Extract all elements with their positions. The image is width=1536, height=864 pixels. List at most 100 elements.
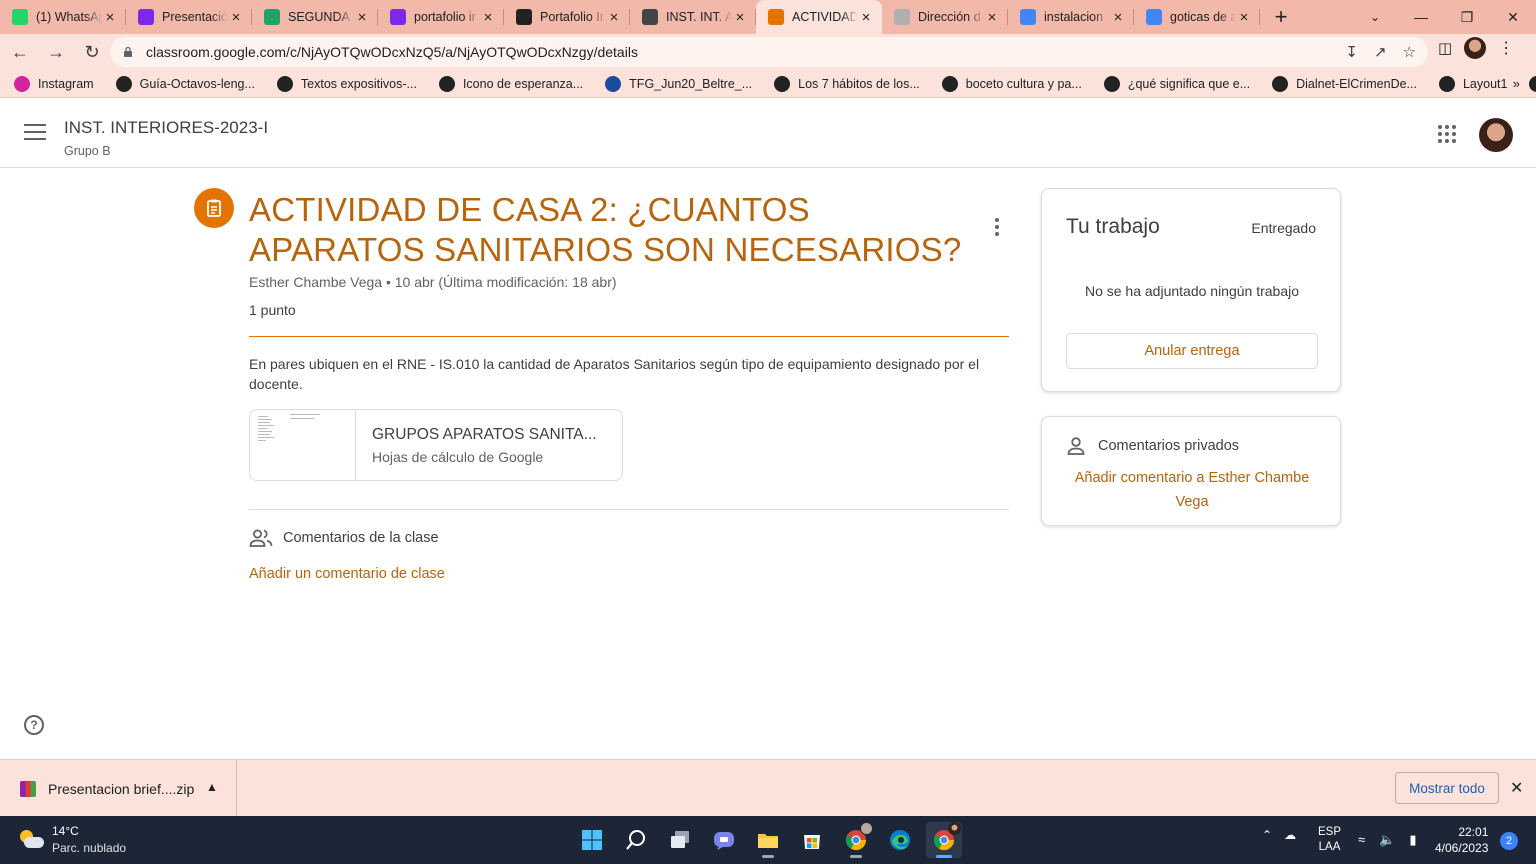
microsoft-store-icon[interactable] [794,822,830,858]
bookmark-item[interactable]: ¿qué significa que e... [1103,75,1250,92]
instagram-icon [14,75,30,92]
chrome-icon[interactable] [838,822,874,858]
add-class-comment-link[interactable]: Añadir un comentario de clase [249,566,445,582]
new-tab-button[interactable]: + [1264,0,1298,34]
close-tab-icon[interactable]: × [984,9,1000,26]
close-tab-icon[interactable]: × [732,9,748,26]
bookmark-item[interactable]: Los 7 hábitos de los... [774,75,920,92]
close-tab-icon[interactable]: × [228,9,244,26]
weather-widget[interactable]: 14°C Parc. nublado [18,824,126,855]
minimize-button[interactable]: — [1398,0,1444,34]
browser-tab[interactable]: goticas de a × [1134,0,1260,34]
course-title-block[interactable]: INST. INTERIORES-2023-I Grupo B [64,118,268,158]
edge-icon[interactable] [882,822,918,858]
browser-tab[interactable]: Presentación × [126,0,252,34]
teams-chat-icon[interactable] [706,822,742,858]
browser-tab[interactable]: ACTIVIDAD × [756,0,882,34]
browser-tab[interactable]: portafolio ir × [378,0,504,34]
account-avatar[interactable] [1479,118,1513,152]
bookmark-item[interactable]: Textos expositivos-... [276,75,417,92]
tab-title: Portafolio Ir [540,10,604,24]
bookmark-label: Instagram [38,76,94,91]
bookmark-star-icon[interactable]: ☆ [1403,43,1416,61]
tab-search-icon[interactable]: ⌄ [1360,0,1390,34]
close-tab-icon[interactable]: × [354,9,370,26]
main-menu-icon[interactable] [24,124,46,142]
quick-settings[interactable]: ≈ 🔈 ▮ [1358,832,1416,848]
browser-tab[interactable]: SEGUNDA T × [252,0,378,34]
bookmark-item[interactable]: Layout1 [1529,75,1536,92]
help-icon[interactable]: ? [24,715,44,735]
browser-tab[interactable]: Portafolio Ir × [504,0,630,34]
bookmark-list: Instagram Guía-Octavos-leng... Textos expo… [14,75,1536,92]
bookmark-item[interactable]: Dialnet-ElCrimenDe... [1272,75,1417,92]
chrome-profile-icon[interactable] [926,822,962,858]
bookmark-item[interactable]: Guía-Octavos-leng... [115,75,255,92]
close-tab-icon[interactable]: × [858,9,874,26]
assignment-title: ACTIVIDAD DE CASA 2: ¿CUANTOS APARATOS S… [249,191,962,268]
address-bar[interactable]: classroom.google.com/c/NjAyOTQwODcxNzQ5/… [110,37,1428,67]
download-item[interactable]: Presentacion brief....zip ▲ [0,760,237,817]
more-options-icon[interactable] [987,218,1007,242]
a-icon [1103,75,1120,92]
side-panel-icon[interactable]: ◫ [1438,39,1452,57]
chevron-up-icon[interactable]: ▲ [206,780,218,794]
zip-file-icon [20,780,36,797]
bookmark-item[interactable]: Icono de esperanza... [438,75,583,92]
language-indicator[interactable]: ESP LAA [1318,825,1341,855]
notification-badge[interactable]: 2 [1500,832,1518,850]
bookmark-label: Textos expositivos-... [300,76,417,91]
bookmark-item[interactable]: Instagram [14,75,94,92]
close-tab-icon[interactable]: × [1236,9,1252,26]
reload-button[interactable]: ↻ [76,36,108,68]
assignment-description: En pares ubiquen en el RNE - IS.010 la c… [249,356,980,392]
chevron-up-tray-icon[interactable]: ⌃ [1262,828,1272,842]
clock[interactable]: 22:01 4/06/2023 [1435,824,1488,856]
file-explorer-icon[interactable] [750,822,786,858]
window-controls: — ❐ ✕ [1398,0,1536,34]
close-tab-icon[interactable]: × [480,9,496,26]
browser-tab[interactable]: INST. INT. A × [630,0,756,34]
install-app-icon[interactable]: ↧ [1345,43,1358,61]
download-filename: Presentacion brief....zip [48,780,195,797]
browser-tab[interactable]: (1) WhatsApp× [0,0,126,34]
tab-strip: (1) WhatsApp×Presentación×SEGUNDA T×port… [0,0,1536,34]
close-download-bar-icon[interactable]: ✕ [1510,778,1523,798]
course-group: Grupo B [64,144,111,158]
add-private-comment-link[interactable]: Añadir comentario a Esther Chambe Vega [1066,466,1318,514]
private-comments-label: Comentarios privados [1098,438,1240,454]
bookmark-label: Dialnet-ElCrimenDe... [1296,76,1417,91]
attachment-card[interactable]: GRUPOS APARATOS SANITA... Hojas de cálcu… [249,409,623,481]
share-icon[interactable]: ↗ [1374,43,1387,61]
browser-menu-icon[interactable]: ⋮ [1498,38,1514,58]
search-icon[interactable] [618,822,654,858]
tab-title: instalacion [1044,10,1104,24]
bookmark-item[interactable]: TFG_Jun20_Beltre_... [605,75,752,92]
show-all-downloads-button[interactable]: Mostrar todo [1395,772,1499,804]
close-tab-icon[interactable]: × [1110,9,1126,26]
globe-icon [115,75,132,92]
restore-button[interactable]: ❐ [1444,0,1490,34]
close-window-button[interactable]: ✕ [1490,0,1536,34]
unsubmit-button[interactable]: Anular entrega [1066,333,1318,369]
bookmark-item[interactable]: boceto cultura y pa... [941,75,1082,92]
onedrive-cloud-icon[interactable]: ☁ [1284,828,1296,842]
google-apps-icon[interactable] [1438,125,1456,143]
start-button[interactable] [574,822,610,858]
forward-button[interactable]: → [40,36,72,68]
back-button[interactable]: ← [4,36,36,68]
close-tab-icon[interactable]: × [606,9,622,26]
task-view-icon[interactable] [662,822,698,858]
globe-icon [642,9,658,25]
close-tab-icon[interactable]: × [102,9,118,26]
browser-tab[interactable]: Dirección d × [882,0,1008,34]
bookmark-item[interactable]: Layout1 [1438,75,1507,92]
canva-icon [390,9,406,25]
globe-icon [1438,75,1455,92]
google-icon [1146,9,1162,25]
more-bookmarks-icon[interactable]: » [1513,76,1520,91]
profile-avatar[interactable] [1464,37,1487,59]
bookmark-label: Los 7 hábitos de los... [798,76,920,91]
browser-tab[interactable]: instalacion × [1008,0,1134,34]
private-comments-card: Comentarios privados Añadir comentario a… [1041,416,1341,526]
